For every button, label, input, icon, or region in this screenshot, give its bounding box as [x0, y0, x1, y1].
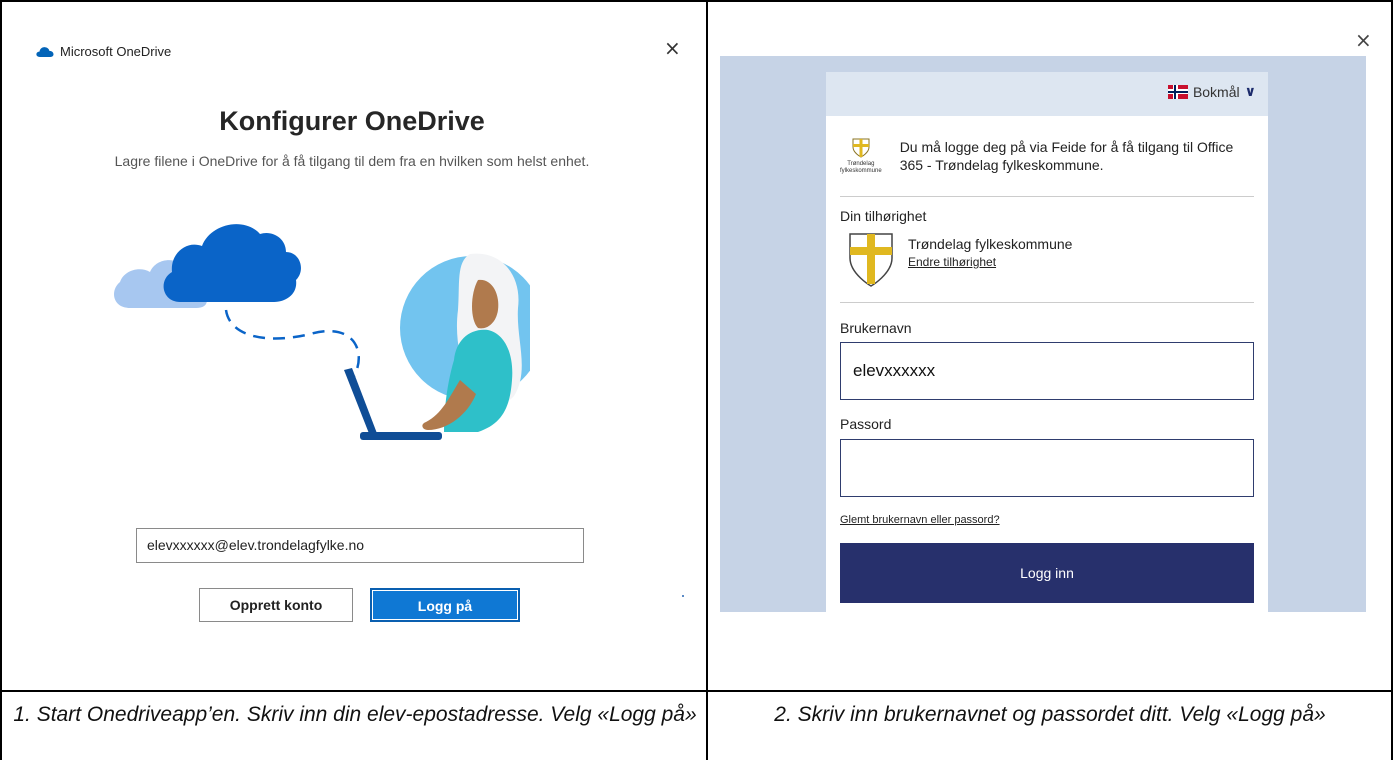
username-input[interactable]: elevxxxxxx	[840, 342, 1254, 400]
page-title: Konfigurer OneDrive	[219, 106, 485, 136]
onedrive-illustration	[114, 224, 530, 440]
login-button[interactable]: Logg inn	[840, 543, 1254, 603]
laptop-screen-shape	[344, 368, 378, 436]
stray-dot	[682, 595, 684, 597]
norway-flag-icon	[1167, 84, 1188, 99]
feide-header: Bokmål ∨	[826, 72, 1268, 116]
onedrive-brand-label: Microsoft OneDrive	[60, 44, 172, 59]
username-label: Brukernavn	[840, 320, 912, 336]
affiliation-title: Din tilhørighet	[840, 208, 927, 224]
change-affiliation-link[interactable]: Endre tilhørighet	[908, 255, 1072, 269]
onedrive-cloud-icon	[36, 46, 54, 57]
trondelag-logo: Trøndelag fylkeskommune	[840, 138, 882, 175]
password-input[interactable]	[840, 439, 1254, 497]
onedrive-brand: Microsoft OneDrive	[36, 44, 171, 59]
affiliation-block: Trøndelag fylkeskommune Endre tilhørighe…	[848, 232, 1072, 288]
dark-cloud-shape	[163, 224, 301, 302]
create-account-button[interactable]: Opprett konto	[199, 588, 353, 622]
feide-close-icon[interactable]: ×	[1355, 28, 1372, 52]
sign-in-button[interactable]: Logg på	[370, 588, 520, 622]
step2-caption: 2. Skriv inn brukernavnet og passordet d…	[774, 703, 1326, 726]
divider	[840, 302, 1254, 303]
table-divider-horizontal	[0, 690, 1393, 692]
trondelag-shield-icon	[852, 138, 870, 158]
laptop-base-shape	[360, 432, 442, 440]
trondelag-coat-of-arms-icon	[849, 233, 893, 287]
forgot-credentials-link[interactable]: Glemt brukernavn eller passord?	[840, 514, 1000, 526]
language-label: Bokmål	[1192, 83, 1240, 100]
email-input[interactable]: elevxxxxxx@elev.trondelagfylke.no	[136, 528, 584, 563]
affiliation-info: Trøndelag fylkeskommune Endre tilhørighe…	[908, 232, 1072, 288]
feide-intro-text: Du må logge deg på via Feide for å få ti…	[899, 139, 1234, 173]
page-subtitle: Lagre filene i OneDrive for å få tilgang…	[114, 153, 590, 169]
feide-intro: Trøndelag fylkeskommune Du må logge deg …	[840, 138, 1254, 175]
chevron-down-icon: ∨	[1244, 83, 1256, 99]
language-selector[interactable]: Bokmål ∨	[1167, 83, 1256, 100]
trondelag-logo-label: Trøndelag fylkeskommune	[840, 161, 882, 174]
affiliation-name: Trøndelag fylkeskommune	[908, 236, 1073, 252]
divider	[840, 196, 1254, 197]
step1-caption: 1. Start Onedriveapp’en. Skriv inn din e…	[13, 703, 697, 726]
password-label: Passord	[840, 416, 892, 432]
onedrive-close-icon[interactable]: ×	[664, 36, 681, 60]
feide-login-card: Bokmål ∨ Trøndelag fylkeskommune Du må l…	[826, 72, 1268, 612]
connection-dashed-line	[224, 309, 360, 383]
